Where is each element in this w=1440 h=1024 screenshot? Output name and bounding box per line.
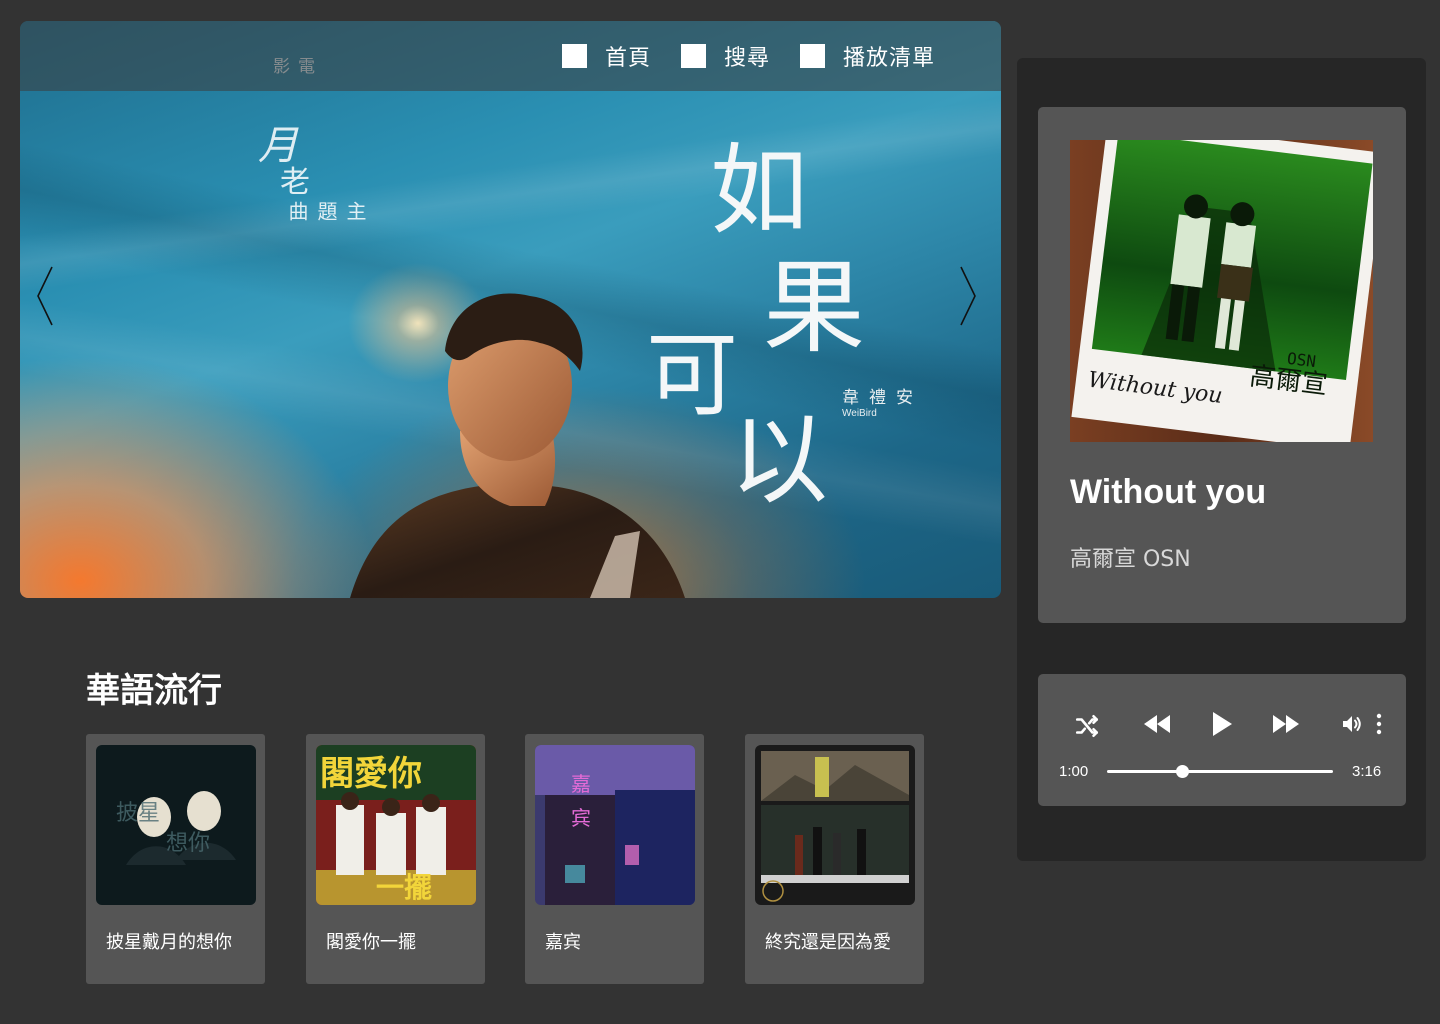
svg-text:想你: 想你 (166, 831, 210, 856)
svg-text:披星: 披星 (116, 801, 160, 826)
banner-song-char-2: 果 (763, 249, 865, 368)
nav-playlist-label: 播放清單 (842, 46, 935, 71)
now-playing-panel: OSN 高爾宣 Without you Without you 高爾宣 OSN (1017, 58, 1426, 861)
banner-artist-english: WeiBird (842, 408, 877, 419)
play-icon[interactable] (1210, 710, 1234, 738)
album-card[interactable]: 終究還是因為愛 (745, 734, 924, 984)
album-title: 閣愛你一擺 (326, 932, 416, 953)
fast-forward-icon[interactable] (1271, 712, 1301, 736)
chevron-left-icon[interactable] (32, 261, 62, 331)
album-title: 披星戴月的想你 (106, 932, 232, 953)
nav-search-label: 搜尋 (723, 46, 770, 71)
nav-home-label: 首頁 (604, 46, 651, 71)
now-playing-artist: 高爾宣 OSN (1070, 547, 1191, 572)
now-playing-cover: OSN 高爾宣 Without you (1070, 140, 1373, 442)
progress-thumb[interactable] (1175, 765, 1189, 778)
volume-icon[interactable] (1340, 712, 1364, 736)
player-controls: 1:00 3:16 (1038, 674, 1406, 806)
svg-text:一擺: 一擺 (376, 871, 432, 904)
album-cover (755, 745, 915, 905)
rewind-icon[interactable] (1142, 712, 1172, 736)
movie-title-char-2: 老 (280, 165, 310, 200)
search-icon (680, 44, 706, 68)
movie-subtitle: 主題曲 (285, 201, 367, 223)
nav-home[interactable]: 首頁 (561, 40, 651, 72)
album-card[interactable]: 閣愛你 一擺 閣愛你一擺 (306, 734, 485, 984)
banner-artist-name: 韋禮安 (842, 388, 923, 408)
album-title: 終究還是因為愛 (765, 932, 891, 953)
top-nav: 首頁 搜尋 播放清單 (20, 21, 1001, 91)
now-playing-card: OSN 高爾宣 Without you Without you 高爾宣 OSN (1038, 107, 1406, 623)
home-icon (561, 44, 587, 68)
chevron-right-icon[interactable] (953, 261, 983, 331)
svg-text:宾: 宾 (571, 806, 591, 830)
banner-song-char-3: 可 (646, 322, 739, 429)
more-vertical-icon[interactable] (1374, 712, 1384, 736)
current-time: 1:00 (1059, 763, 1089, 780)
album-card[interactable]: 嘉 宾 嘉宾 (525, 734, 704, 984)
hero-banner[interactable]: 電影 月 老 主題曲 如 果 可 以 韋禮安 WeiBird 首頁 搜尋 播放清… (20, 21, 1001, 598)
album-cover: 閣愛你 一擺 (316, 745, 476, 905)
progress-slider[interactable] (1107, 765, 1333, 778)
now-playing-title: Without you (1070, 473, 1267, 511)
svg-text:閣愛你: 閣愛你 (320, 754, 422, 794)
album-title: 嘉宾 (545, 932, 581, 953)
banner-song-char-4: 以 (730, 404, 829, 518)
section-title: 華語流行 (86, 671, 222, 711)
playlist-icon (799, 44, 825, 68)
album-cover: 披星 想你 (96, 745, 256, 905)
nav-search[interactable]: 搜尋 (680, 40, 770, 72)
album-card[interactable]: 披星 想你 披星戴月的想你 (86, 734, 265, 984)
nav-playlist[interactable]: 播放清單 (799, 40, 935, 72)
svg-text:嘉: 嘉 (571, 772, 591, 796)
shuffle-icon[interactable] (1074, 713, 1100, 739)
album-cover: 嘉 宾 (535, 745, 695, 905)
total-time: 3:16 (1352, 763, 1382, 780)
